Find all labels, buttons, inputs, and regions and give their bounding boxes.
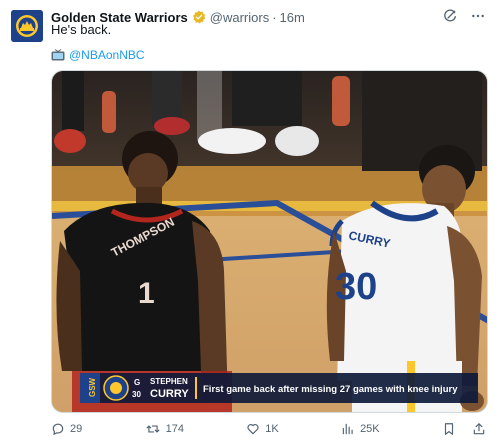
jersey-number-thompson: 1	[138, 277, 155, 310]
retweet-count: 174	[165, 423, 184, 435]
timestamp[interactable]: 16m	[280, 10, 305, 25]
avatar[interactable]	[11, 10, 43, 42]
retweet-icon	[146, 425, 159, 433]
views-chart-icon	[342, 423, 353, 435]
lower-third-first-name: STEPHEN	[150, 377, 188, 386]
like-button[interactable]: 1K	[246, 422, 279, 436]
share-icon[interactable]	[472, 422, 486, 436]
team-tag: GSW	[88, 377, 97, 397]
reply-button[interactable]: 29	[51, 422, 82, 436]
bookmark-icon[interactable]	[442, 422, 456, 436]
sideline-shoe	[198, 128, 266, 154]
lower-third-last-name: CURRY	[150, 388, 189, 400]
tv-emoji-icon	[51, 49, 65, 61]
more-options-icon[interactable]	[470, 8, 486, 24]
views-button[interactable]: 25K	[341, 422, 380, 436]
jersey-number-curry: 30	[335, 266, 377, 308]
like-count: 1K	[265, 423, 279, 435]
retweet-button[interactable]: 174	[145, 422, 184, 436]
lower-third-caption: First game back after missing 27 games w…	[203, 384, 458, 395]
mention-link[interactable]: @NBAonNBC	[69, 48, 145, 62]
action-bar: 29 174 1K 25K	[51, 421, 486, 437]
lower-third: GSW G 30 STEPHEN CURRY First game back a…	[80, 373, 478, 403]
lower-third-position: G	[134, 378, 140, 387]
author-handle[interactable]: @warriors	[210, 10, 269, 25]
warriors-logo-icon	[11, 10, 43, 42]
water-bottle	[332, 76, 350, 126]
verified-badge-icon[interactable]	[192, 10, 206, 24]
reply-count: 29	[70, 423, 83, 435]
mention-row: @NBAonNBC	[51, 48, 145, 62]
lower-third-number: 30	[132, 390, 141, 399]
sideline-shoe	[54, 129, 86, 153]
tweet-text: He's back.	[51, 22, 112, 37]
tweet-video[interactable]: THOMPSON 1 CURRY 30 GSW G 30 STEPHEN CUR…	[51, 70, 488, 413]
grok-icon[interactable]	[442, 8, 458, 24]
video-frame: THOMPSON 1 CURRY 30 GSW G 30 STEPHEN CUR…	[52, 71, 487, 412]
water-bottle	[102, 91, 116, 133]
separator-dot: ·	[272, 9, 277, 25]
heart-icon	[247, 424, 259, 435]
views-count: 25K	[360, 423, 380, 435]
tweet-header: Golden State Warriors @warriors · 16m	[51, 8, 486, 26]
reply-icon	[52, 423, 64, 435]
